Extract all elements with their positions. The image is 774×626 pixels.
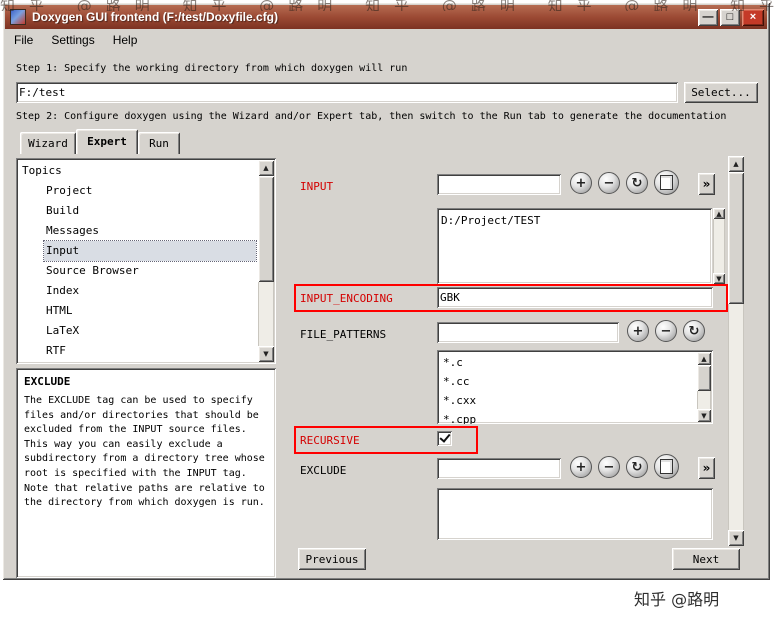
window-title: Doxygen GUI frontend (F:/test/Doxyfile.c… <box>32 10 279 24</box>
bottom-watermark: 知乎 @路明 <box>634 590 720 609</box>
close-button[interactable]: × <box>742 8 764 26</box>
previous-button[interactable]: Previous <box>298 548 366 570</box>
input-update-button[interactable]: ↻ <box>626 172 648 194</box>
select-directory-button[interactable]: Select... <box>684 82 758 103</box>
scrollbar-thumb[interactable] <box>728 172 744 304</box>
input-list-item[interactable]: D:/Project/TEST <box>437 211 712 230</box>
help-body: The EXCLUDE tag can be used to specify f… <box>24 395 265 509</box>
topic-messages[interactable]: Messages <box>44 221 256 241</box>
topic-index[interactable]: Index <box>44 281 256 301</box>
input-list-scrollbar[interactable]: ▲ ▼ <box>713 208 725 284</box>
step1-label: Step 1: Specify the working directory fr… <box>16 63 408 74</box>
topics-header: Topics <box>22 164 62 177</box>
topics-panel: Topics Project Build Messages Input Sour… <box>16 158 276 364</box>
pattern-item[interactable]: *.c <box>441 353 695 372</box>
recursive-checkbox[interactable] <box>437 431 452 446</box>
working-directory-input[interactable] <box>16 82 678 103</box>
file-icon <box>660 459 673 474</box>
topic-build[interactable]: Build <box>44 201 256 221</box>
recursive-label: RECURSIVE <box>300 434 360 447</box>
topic-html[interactable]: HTML <box>44 301 256 321</box>
exclude-label: EXCLUDE <box>300 464 347 477</box>
help-panel: EXCLUDE The EXCLUDE tag can be used to s… <box>16 368 276 578</box>
topic-input[interactable]: Input <box>43 240 257 262</box>
help-title: EXCLUDE <box>24 375 71 388</box>
scroll-down-icon[interactable]: ▼ <box>713 273 725 284</box>
scroll-up-icon[interactable]: ▲ <box>728 156 744 172</box>
scroll-down-icon[interactable]: ▼ <box>697 409 711 422</box>
exclude-remove-button[interactable]: − <box>598 456 620 478</box>
scroll-up-icon[interactable]: ▲ <box>697 352 711 365</box>
exclude-list[interactable] <box>437 488 713 540</box>
scrollbar-thumb[interactable] <box>258 176 274 282</box>
exclude-more-button[interactable]: » <box>698 457 715 479</box>
input-remove-button[interactable]: − <box>598 172 620 194</box>
scroll-down-icon[interactable]: ▼ <box>728 530 744 546</box>
next-button[interactable]: Next <box>672 548 740 570</box>
exclude-browse-button[interactable] <box>654 454 679 479</box>
exclude-add-button[interactable]: + <box>570 456 592 478</box>
doxygen-app-icon <box>10 9 26 25</box>
scrollbar-thumb[interactable] <box>697 365 711 391</box>
file-patterns-scrollbar[interactable]: ▲ ▼ <box>697 352 711 422</box>
menubar: File Settings Help <box>5 29 767 51</box>
input-add-field[interactable] <box>437 174 561 195</box>
input-more-button[interactable]: » <box>698 173 715 195</box>
checkmark-icon <box>438 431 451 443</box>
topic-project[interactable]: Project <box>44 181 256 201</box>
input-encoding-label: INPUT_ENCODING <box>300 292 393 305</box>
pattern-item[interactable]: *.cpp <box>441 410 695 424</box>
input-list[interactable]: D:/Project/TEST <box>437 208 712 284</box>
exclude-add-field[interactable] <box>437 458 561 479</box>
input-browse-button[interactable] <box>654 170 679 195</box>
menu-file[interactable]: File <box>5 30 42 50</box>
scroll-down-icon[interactable]: ▼ <box>258 346 274 362</box>
topic-source-browser[interactable]: Source Browser <box>44 261 256 281</box>
form-scrollbar[interactable]: ▲ ▼ <box>728 156 744 546</box>
file-icon <box>660 175 673 190</box>
tab-expert[interactable]: Expert <box>76 129 138 154</box>
maximize-button[interactable]: □ <box>720 8 740 26</box>
input-encoding-field[interactable] <box>437 287 713 308</box>
input-add-button[interactable]: + <box>570 172 592 194</box>
topic-latex[interactable]: LaTeX <box>44 321 256 341</box>
menu-settings[interactable]: Settings <box>42 30 103 50</box>
file-patterns-add-field[interactable] <box>437 322 619 343</box>
file-patterns-remove-button[interactable]: − <box>655 320 677 342</box>
menu-help[interactable]: Help <box>104 30 147 50</box>
tab-wizard[interactable]: Wizard <box>20 132 76 154</box>
input-label: INPUT <box>300 180 334 193</box>
file-patterns-update-button[interactable]: ↻ <box>683 320 705 342</box>
file-patterns-list[interactable]: *.c *.cc *.cxx *.cpp ▲ ▼ <box>437 350 713 424</box>
step2-label: Step 2: Configure doxygen using the Wiza… <box>16 111 727 122</box>
titlebar[interactable]: Doxygen GUI frontend (F:/test/Doxyfile.c… <box>5 5 767 29</box>
file-patterns-label: FILE_PATTERNS <box>300 328 387 341</box>
scroll-up-icon[interactable]: ▲ <box>258 160 274 176</box>
pattern-item[interactable]: *.cxx <box>441 391 695 410</box>
exclude-update-button[interactable]: ↻ <box>626 456 648 478</box>
topic-rtf[interactable]: RTF <box>44 341 256 361</box>
topics-scrollbar[interactable]: ▲ ▼ <box>258 160 274 362</box>
file-patterns-add-button[interactable]: + <box>627 320 649 342</box>
pattern-item[interactable]: *.cc <box>441 372 695 391</box>
scroll-up-icon[interactable]: ▲ <box>713 208 725 219</box>
minimize-button[interactable]: — <box>698 8 718 26</box>
tab-run[interactable]: Run <box>138 132 180 154</box>
app-window: Doxygen GUI frontend (F:/test/Doxyfile.c… <box>2 2 770 580</box>
